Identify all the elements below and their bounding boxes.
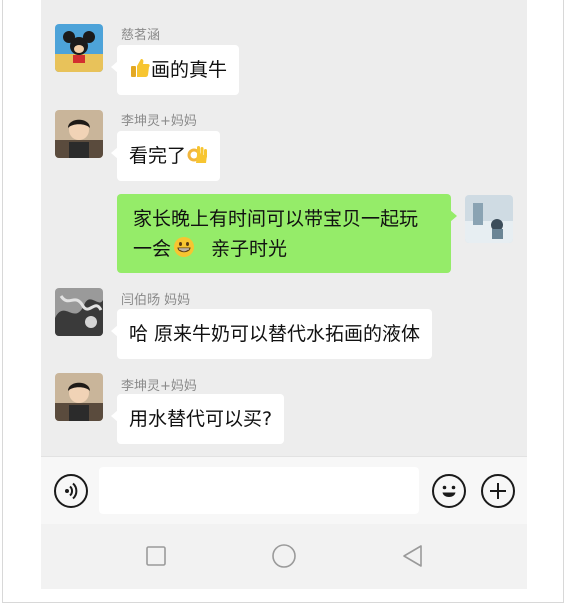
phone-screen: 慈茗涵 画的真牛 李坤灵+妈妈 看完了 家长晚上有时间可以带宝贝一起玩 一会 亲…	[41, 0, 527, 589]
chat-message-list[interactable]: 慈茗涵 画的真牛 李坤灵+妈妈 看完了 家长晚上有时间可以带宝贝一起玩 一会 亲…	[41, 0, 527, 456]
message-bubble-mine[interactable]: 家长晚上有时间可以带宝贝一起玩 一会 亲子时光	[117, 194, 457, 273]
thumbs-up-icon	[129, 57, 151, 86]
sender-name: 闫伯旸 妈妈	[121, 293, 191, 308]
back-icon[interactable]	[401, 544, 425, 568]
message-text: 哈 原来牛奶可以替代水拓画的液体	[129, 323, 421, 345]
avatar[interactable]	[55, 288, 103, 336]
message-bubble[interactable]: 哈 原来牛奶可以替代水拓画的液体	[110, 309, 433, 359]
home-icon[interactable]	[271, 543, 297, 569]
message-text: 画的真牛	[151, 59, 228, 81]
input-bar	[41, 456, 527, 524]
message-text-line: 家长晚上有时间可以带宝贝一起玩	[133, 208, 419, 230]
message-bubble[interactable]: 画的真牛	[110, 45, 240, 95]
voice-icon[interactable]	[54, 474, 88, 508]
message-item: 李坤灵+妈妈 用水替代可以买?	[41, 370, 527, 456]
message-item: 慈茗涵 画的真牛	[41, 0, 527, 100]
plus-icon[interactable]	[481, 474, 515, 508]
message-item: 李坤灵+妈妈 看完了	[41, 100, 527, 185]
recent-apps-icon[interactable]	[145, 545, 167, 567]
message-item: 闫伯旸 妈妈 哈 原来牛奶可以替代水拓画的液体	[41, 285, 527, 370]
sender-name: 李坤灵+妈妈	[121, 379, 197, 394]
avatar[interactable]	[55, 110, 103, 158]
message-text: 用水替代可以买?	[129, 408, 273, 430]
message-bubble[interactable]: 看完了	[110, 131, 221, 181]
ok-hand-icon	[186, 143, 208, 172]
emoji-icon[interactable]	[432, 474, 466, 508]
sender-name: 慈茗涵	[121, 28, 161, 43]
message-text-line: 一会 亲子时光	[133, 234, 439, 267]
system-navigation-bar	[41, 524, 527, 589]
message-bubble[interactable]: 用水替代可以买?	[110, 394, 285, 444]
message-text: 一会	[133, 238, 172, 260]
avatar[interactable]	[465, 195, 513, 243]
sender-name: 李坤灵+妈妈	[121, 114, 197, 129]
message-input[interactable]	[99, 467, 419, 514]
message-text: 亲子时光	[211, 238, 288, 260]
message-item: 家长晚上有时间可以带宝贝一起玩 一会 亲子时光	[41, 185, 527, 285]
avatar[interactable]	[55, 24, 103, 72]
grinning-face-icon	[173, 236, 195, 267]
avatar[interactable]	[55, 373, 103, 421]
message-text: 看完了	[129, 145, 187, 167]
